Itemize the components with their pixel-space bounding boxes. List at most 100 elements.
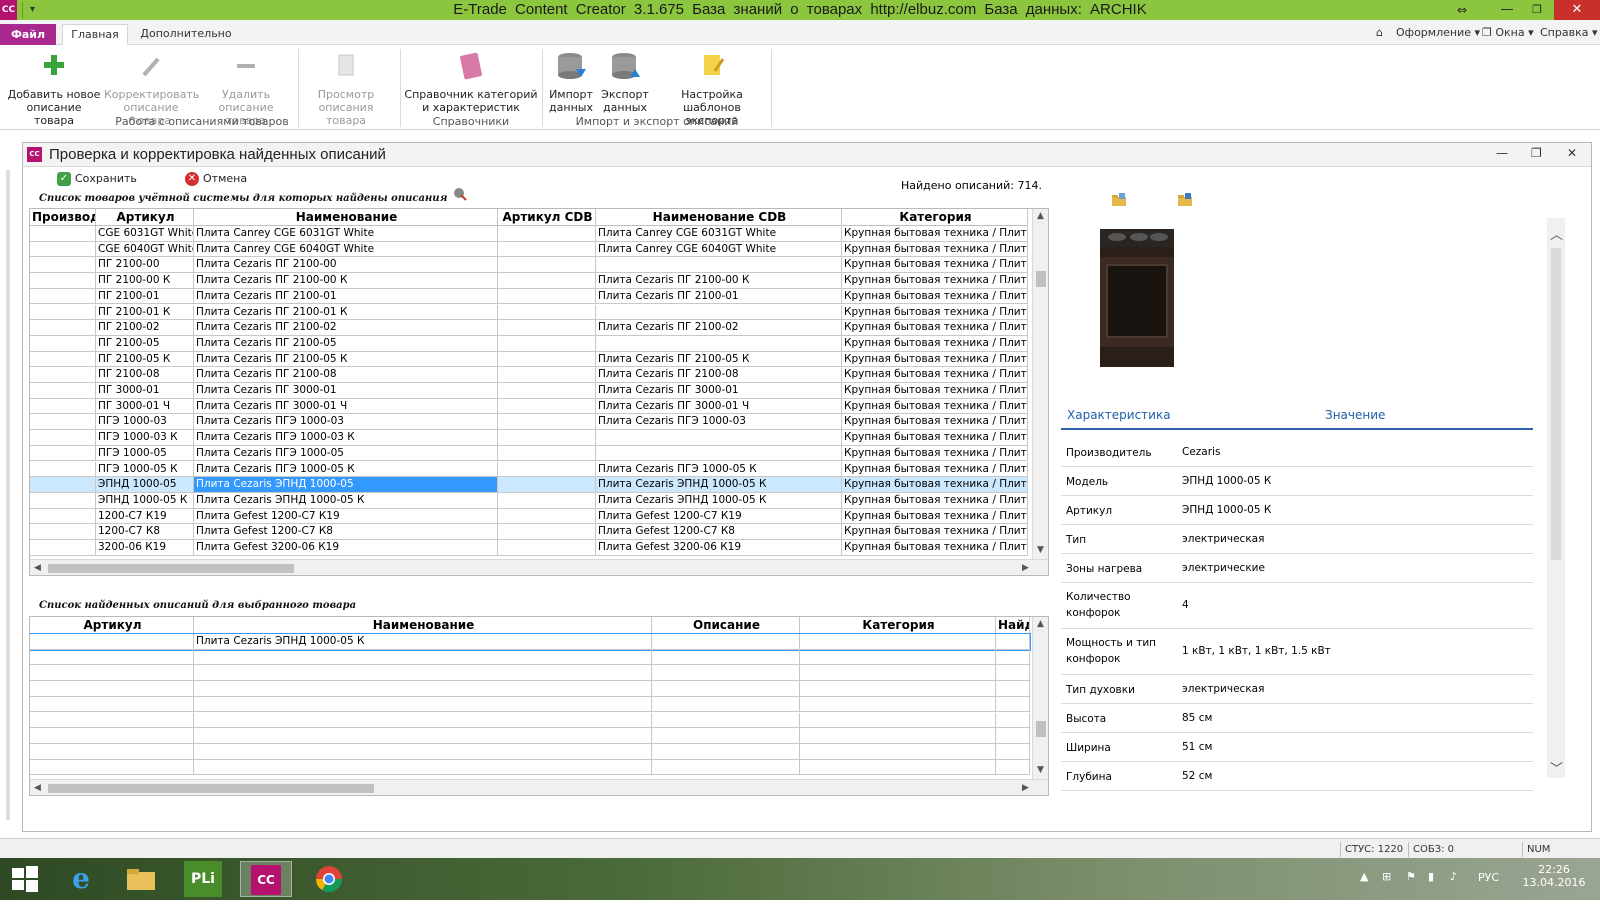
table-cell[interactable]: [596, 335, 842, 352]
table-cell[interactable]: 1200-С7 К19: [96, 508, 194, 525]
tray-up-arrow-icon[interactable]: ▲: [1360, 870, 1368, 912]
table-cell[interactable]: [30, 320, 96, 336]
table-cell[interactable]: Крупная бытовая техника / Плиты: [842, 288, 1028, 305]
table-row[interactable]: [30, 681, 1030, 697]
table-cell[interactable]: Плита Cezaris ПГЭ 1000-03 К: [194, 430, 498, 446]
table-cell[interactable]: ПГ 2100-00: [96, 257, 194, 274]
table-cell[interactable]: Плита Cezaris ЭПНД 1000-05 К: [194, 492, 498, 509]
scroll-thumb[interactable]: [1036, 721, 1046, 737]
restore-arrows-icon[interactable]: ⇔: [1445, 0, 1479, 20]
tab-main[interactable]: Главная: [62, 24, 128, 45]
table-cell[interactable]: [652, 759, 800, 776]
table-cell[interactable]: [30, 241, 96, 258]
table-row[interactable]: ПГ 2100-01 К Плита Cezaris ПГ 2100-01 К Кр…: [30, 304, 1030, 321]
table-cell[interactable]: [498, 445, 596, 462]
table-cell[interactable]: Плита Gefest 1200-С7 К8: [596, 524, 842, 540]
table-cell[interactable]: [996, 649, 1030, 666]
scroll-left-arrow-icon[interactable]: ◀: [34, 563, 41, 573]
doc-restore-button[interactable]: ❐: [1531, 146, 1542, 160]
table-cell[interactable]: [194, 728, 652, 744]
table-cell[interactable]: Плита Gefest 1200-С7 К19: [194, 508, 498, 525]
close-button[interactable]: ✕: [1554, 0, 1600, 20]
props-header-key[interactable]: Характеристика: [1067, 408, 1171, 422]
table-cell[interactable]: [30, 461, 96, 478]
table-cell[interactable]: [30, 226, 96, 242]
pli-app-icon[interactable]: PLi: [184, 861, 222, 897]
scroll-right-arrow-icon[interactable]: ▶: [1022, 563, 1029, 573]
table-cell[interactable]: [996, 665, 1030, 682]
table-cell[interactable]: [652, 649, 800, 666]
property-row[interactable]: Тип электрическая: [1061, 525, 1533, 554]
doc-minimize-button[interactable]: —: [1496, 146, 1508, 160]
table-cell[interactable]: Плита Gefest 3200-06 К19: [596, 540, 842, 556]
table-cell[interactable]: [30, 288, 96, 305]
table-cell[interactable]: Плита Cezaris ПГ 2100-02: [194, 320, 498, 336]
property-row[interactable]: Количество конфорок 4: [1061, 583, 1533, 629]
table-row[interactable]: 3200-06 К19 Плита Gefest 3200-06 К19 Плита…: [30, 540, 1030, 556]
table-cell[interactable]: Плита Cezaris ПГЭ 1000-03: [596, 414, 842, 431]
property-row[interactable]: Модель ЭПНД 1000-05 К: [1061, 467, 1533, 496]
table-cell[interactable]: Крупная бытовая техника / Плиты: [842, 335, 1028, 352]
table-cell[interactable]: Плита Canrey CGE 6031GT White: [596, 226, 842, 242]
table-cell[interactable]: [30, 304, 96, 321]
table-cell[interactable]: [498, 477, 596, 493]
table-row[interactable]: ЭПНД 1000-05 Плита Cezaris ЭПНД 1000-05 Пл…: [30, 477, 1030, 493]
table-cell[interactable]: [30, 508, 96, 525]
maximize-button[interactable]: ❐: [1520, 0, 1554, 20]
table-row[interactable]: ПГ 2100-00 Плита Cezaris ПГ 2100-00 Крупна…: [30, 257, 1030, 274]
column-header[interactable]: Наименование CDB: [596, 209, 842, 226]
table-cell[interactable]: Плита Cezaris ПГ 2100-01: [194, 288, 498, 305]
table-row[interactable]: CGE 6031GT White Плита Canrey CGE 6031GT …: [30, 226, 1030, 242]
table-cell[interactable]: [498, 304, 596, 321]
table-cell[interactable]: Крупная бытовая техника / Плиты: [842, 524, 1028, 540]
table-cell[interactable]: Плита Cezaris ПГ 3000-01 Ч: [596, 398, 842, 415]
property-row[interactable]: Ширина 51 см: [1061, 733, 1533, 762]
table-cell[interactable]: Крупная бытовая техника / Плиты: [842, 320, 1028, 336]
table-cell[interactable]: [30, 759, 194, 776]
property-row[interactable]: Высота 85 см: [1061, 704, 1533, 733]
table-row[interactable]: ПГ 2100-05 К Плита Cezaris ПГ 2100-05 К Пл…: [30, 351, 1030, 368]
table-cell[interactable]: [800, 712, 996, 729]
table-cell[interactable]: Плита Gefest 3200-06 К19: [194, 540, 498, 556]
column-header[interactable]: Описание: [652, 617, 800, 634]
table-cell[interactable]: [30, 383, 96, 399]
descriptions-grid-hscrollbar[interactable]: ◀ ▶: [30, 779, 1048, 795]
table-cell[interactable]: [194, 759, 652, 776]
scroll-thumb[interactable]: [1036, 271, 1046, 287]
table-cell[interactable]: [596, 304, 842, 321]
table-cell[interactable]: Плита Canrey CGE 6040GT White: [596, 241, 842, 258]
table-cell[interactable]: [800, 665, 996, 682]
table-cell[interactable]: ЭПНД 1000-05: [96, 477, 194, 493]
column-header[interactable]: Найд: [996, 617, 1030, 634]
table-cell[interactable]: [30, 540, 96, 556]
table-cell[interactable]: [498, 383, 596, 399]
column-header[interactable]: Наименование: [194, 209, 498, 226]
table-cell[interactable]: [498, 461, 596, 478]
scroll-thumb[interactable]: [48, 784, 374, 793]
table-cell[interactable]: Плита Gefest 1200-С7 К8: [194, 524, 498, 540]
table-cell[interactable]: [498, 241, 596, 258]
scroll-up-arrow-icon[interactable]: ▲: [1037, 619, 1044, 629]
table-cell[interactable]: 1200-С7 К8: [96, 524, 194, 540]
table-cell[interactable]: [30, 728, 194, 744]
table-cell[interactable]: ПГ 2100-01: [96, 288, 194, 305]
table-cell[interactable]: [30, 743, 194, 760]
tab-windows[interactable]: ❐ Окна ▾: [1482, 26, 1534, 39]
table-cell[interactable]: Крупная бытовая техника / Плиты: [842, 257, 1028, 274]
table-cell[interactable]: [498, 320, 596, 336]
table-row[interactable]: [30, 665, 1030, 682]
tray-network-icon[interactable]: ⊞: [1382, 870, 1391, 912]
table-cell[interactable]: ЭПНД 1000-05 К: [96, 492, 194, 509]
table-cell[interactable]: Плита Cezaris ПГ 2100-08: [194, 367, 498, 383]
table-cell[interactable]: Крупная бытовая техника / Плиты: [842, 477, 1028, 493]
table-cell[interactable]: [596, 430, 842, 446]
table-cell[interactable]: [30, 414, 96, 431]
table-cell[interactable]: [30, 665, 194, 682]
table-cell[interactable]: [652, 743, 800, 760]
table-cell[interactable]: [30, 492, 96, 509]
left-splitter[interactable]: [6, 170, 10, 820]
chrome-icon[interactable]: [306, 861, 352, 897]
table-row[interactable]: [30, 743, 1030, 760]
table-cell[interactable]: [996, 681, 1030, 697]
table-cell[interactable]: [652, 728, 800, 744]
